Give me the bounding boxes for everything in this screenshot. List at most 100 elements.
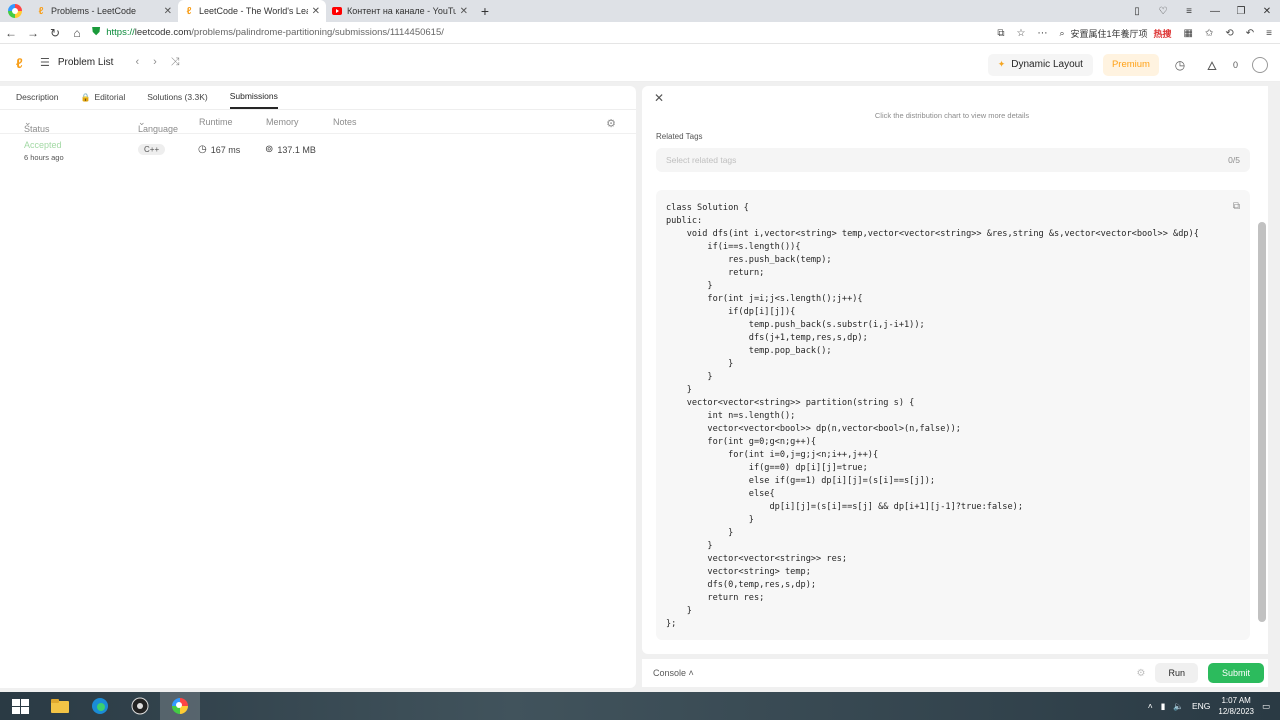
scrollbar[interactable] <box>1258 222 1266 622</box>
home-icon[interactable]: ⌂ <box>66 26 88 40</box>
search-box[interactable]: ⌕ 安置属住1年養厅项 热搜 <box>1059 27 1171 40</box>
dynamic-layout-label: Dynamic Layout <box>1011 59 1083 70</box>
volume-icon[interactable]: 🔈 <box>1173 701 1184 712</box>
notes-column: Notes <box>333 117 357 127</box>
tab-submissions[interactable]: Submissions <box>229 85 278 109</box>
menu-icon[interactable]: ≡ <box>1176 6 1202 17</box>
url-field[interactable]: ⛊ https://leetcode.com/problems/palindro… <box>88 24 908 42</box>
prev-problem-icon[interactable]: ‹ <box>135 56 139 69</box>
code-block[interactable]: ⧉ class Solution { public: void dfs(int … <box>656 190 1250 640</box>
search-text: 安置属住1年養厅项 <box>1070 28 1148 39</box>
related-tags-label: Related Tags <box>656 132 703 141</box>
memory-text: 137.1 MB <box>277 144 316 155</box>
timer-icon[interactable]: ◷ <box>1169 58 1191 72</box>
close-icon[interactable]: ✕ <box>164 6 172 17</box>
network-icon[interactable]: ▮ <box>1161 701 1166 712</box>
next-problem-icon[interactable]: › <box>153 56 157 69</box>
menu-icon[interactable]: ≡ <box>1266 28 1272 39</box>
memory-column: Memory <box>266 117 299 127</box>
leetcode-logo-icon[interactable]: ℓ <box>16 55 30 71</box>
shield-icon[interactable]: ♡ <box>1150 6 1176 17</box>
dynamic-layout-button[interactable]: ✦ Dynamic Layout <box>987 53 1093 76</box>
close-icon[interactable]: ✕ <box>460 6 468 17</box>
console-toggle[interactable]: Console ˄ <box>653 668 694 678</box>
status-column[interactable]: Status ⌄ <box>24 117 50 134</box>
apps-icon[interactable]: ▦ <box>1184 28 1193 39</box>
table-row[interactable]: Accepted 6 hours ago C++ ◷ 167 ms ⊚ 137.1 … <box>0 134 636 166</box>
obs-icon[interactable] <box>120 692 160 720</box>
translate-icon[interactable]: ⧉ <box>997 28 1004 39</box>
tray-up-icon[interactable]: ˄ <box>1148 701 1153 711</box>
leetcode-icon: ℓ <box>186 5 192 17</box>
related-tags-placeholder: Select related tags <box>666 155 737 165</box>
history-icon[interactable]: ⟲ <box>1225 28 1233 39</box>
browser-tab-bar: ℓ Problems - LeetCode ✕ ℓ LeetCode - The… <box>0 0 1280 22</box>
run-button[interactable]: Run <box>1155 663 1198 683</box>
premium-button[interactable]: Premium <box>1102 53 1159 76</box>
problem-list-label: Problem List <box>57 57 114 68</box>
taskbar-clock[interactable]: 1:07 AM 12/8/2023 <box>1218 695 1254 717</box>
start-button[interactable] <box>0 692 40 720</box>
clock-icon: ◷ <box>198 144 207 155</box>
tab-title: Контент на канале - YouTube <box>347 6 456 16</box>
runtime-column: Runtime <box>199 117 233 127</box>
forward-icon[interactable]: → <box>22 26 44 40</box>
url-proto: https:// <box>106 27 135 38</box>
fire-icon[interactable]: 🜂 <box>1201 52 1223 77</box>
tab-editorial-label: Editorial <box>94 92 126 102</box>
runtime-text: 167 ms <box>210 144 241 155</box>
tab-editorial[interactable]: 🔒 Editorial <box>81 85 126 109</box>
list-icon: ☰ <box>40 57 50 69</box>
settings-icon[interactable]: ⚙ <box>606 117 616 130</box>
notification-icon[interactable]: ▭ <box>1262 701 1270 712</box>
system-tray: ˄ ▮ 🔈 ENG 1:07 AM 12/8/2023 ▭ <box>1148 692 1270 720</box>
console-bar: Console ˄ ⚙ Run Submit <box>642 659 1268 687</box>
language-column-label: Language <box>138 124 179 134</box>
minimize-icon[interactable]: — <box>1202 6 1228 17</box>
reload-icon[interactable]: ↻ <box>44 26 66 40</box>
memory-value: ⊚ 137.1 MB <box>265 144 316 155</box>
problem-list-link[interactable]: ☰ Problem List <box>40 56 113 69</box>
submit-button[interactable]: Submit <box>1207 663 1264 683</box>
favorites-icon[interactable]: ✩ <box>1205 28 1213 39</box>
related-tags-input[interactable]: Select related tags 0/5 <box>656 148 1250 172</box>
tab-title: LeetCode - The World's Leadi <box>199 6 308 16</box>
browser-logo-icon[interactable] <box>0 0 30 22</box>
undo-icon[interactable]: ↶ <box>1246 28 1254 39</box>
window-controls: ▯ ♡ ≡ — ❐ ✕ <box>1124 0 1280 22</box>
lang-indicator[interactable]: ENG <box>1192 701 1210 711</box>
tab-description[interactable]: Description <box>16 85 59 109</box>
runtime-value: ◷ 167 ms <box>198 144 240 155</box>
windows-icon <box>11 698 29 714</box>
tab-youtube[interactable]: Контент на канале - YouTube ✕ <box>326 0 474 22</box>
bookmark-icon[interactable]: ▯ <box>1124 6 1150 17</box>
code-text: class Solution { public: void dfs(int i,… <box>666 203 1199 629</box>
restore-icon[interactable]: ❐ <box>1228 6 1254 17</box>
leetcode-header: ℓ ☰ Problem List ‹ › ⤨ ✦ Dynamic Layout … <box>0 44 1280 82</box>
more-icon[interactable]: ⋯ <box>1037 28 1047 39</box>
new-tab-button[interactable]: + <box>474 0 496 22</box>
taskbar-date: 12/8/2023 <box>1218 707 1254 716</box>
edge-icon[interactable] <box>80 692 120 720</box>
taskbar-time: 1:07 AM <box>1221 696 1251 705</box>
url-host: leetcode.com <box>134 27 192 38</box>
settings-icon[interactable]: ⚙ <box>1137 668 1146 679</box>
back-icon[interactable]: ← <box>0 26 22 40</box>
address-bar-right: ⧉ ☆ ⋯ ⌕ 安置属住1年養厅项 热搜 ▦ ✩ ⟲ ↶ ≡ <box>997 22 1272 44</box>
close-window-icon[interactable]: ✕ <box>1254 6 1280 17</box>
secure-icon: ⛊ <box>92 26 101 38</box>
close-icon[interactable]: ✕ <box>312 6 320 17</box>
tab-solutions[interactable]: Solutions (3.3K) <box>147 85 207 109</box>
leetcode-icon: ℓ <box>38 5 44 17</box>
close-icon[interactable]: ✕ <box>654 91 664 105</box>
avatar[interactable] <box>1252 56 1268 73</box>
status-badge[interactable]: Accepted <box>24 140 62 150</box>
language-column[interactable]: Language ⌄ <box>138 117 178 134</box>
tab-problems[interactable]: ℓ Problems - LeetCode ✕ <box>30 0 178 22</box>
shuffle-icon[interactable]: ⤨ <box>171 56 180 69</box>
star-icon[interactable]: ☆ <box>1016 28 1025 39</box>
file-explorer-icon[interactable] <box>40 692 80 720</box>
tab-submission[interactable]: ℓ LeetCode - The World's Leadi ✕ <box>178 0 326 22</box>
copy-icon[interactable]: ⧉ <box>1233 200 1240 213</box>
browser-taskbar-icon[interactable] <box>160 692 200 720</box>
